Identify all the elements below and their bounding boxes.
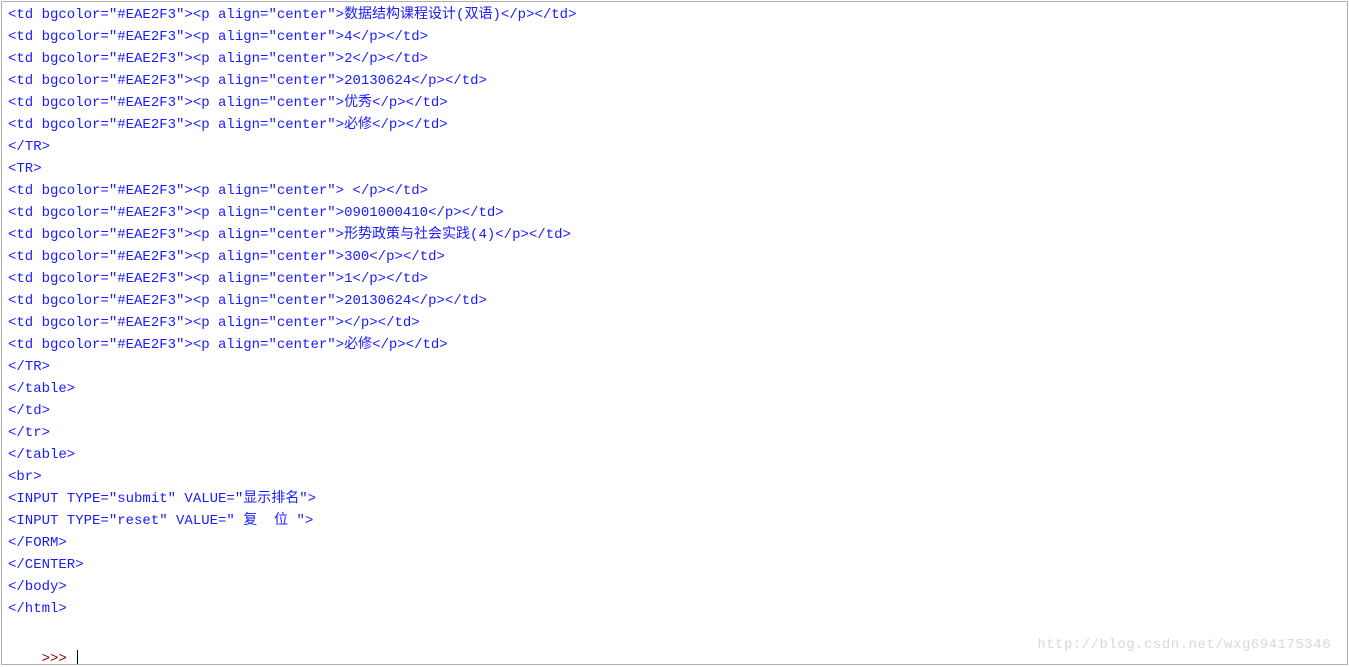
code-line: </tr> bbox=[8, 422, 1341, 444]
code-line: </body> bbox=[8, 576, 1341, 598]
code-line: <td bgcolor="#EAE2F3"><p align="center">… bbox=[8, 246, 1341, 268]
code-line: <td bgcolor="#EAE2F3"><p align="center">… bbox=[8, 92, 1341, 114]
code-line: </table> bbox=[8, 444, 1341, 466]
code-line: </table> bbox=[8, 378, 1341, 400]
code-line: </html> bbox=[8, 598, 1341, 620]
code-line: </td> bbox=[8, 400, 1341, 422]
code-line: <td bgcolor="#EAE2F3"><p align="center">… bbox=[8, 202, 1341, 224]
code-line: </TR> bbox=[8, 136, 1341, 158]
prompt-symbol: >>> bbox=[42, 651, 76, 665]
code-line: <td bgcolor="#EAE2F3"><p align="center">… bbox=[8, 26, 1341, 48]
code-line: <td bgcolor="#EAE2F3"><p align="center">… bbox=[8, 4, 1341, 26]
code-line: </TR> bbox=[8, 356, 1341, 378]
code-line: <td bgcolor="#EAE2F3"><p align="center">… bbox=[8, 290, 1341, 312]
code-line: </CENTER> bbox=[8, 554, 1341, 576]
code-line: <INPUT TYPE="submit" VALUE="显示排名"> bbox=[8, 488, 1341, 510]
code-line: <br> bbox=[8, 466, 1341, 488]
terminal-output-area[interactable]: <td bgcolor="#EAE2F3"><p align="center">… bbox=[1, 1, 1348, 665]
code-line: <td bgcolor="#EAE2F3"><p align="center">… bbox=[8, 180, 1341, 202]
code-line: <TR> bbox=[8, 158, 1341, 180]
code-line: <td bgcolor="#EAE2F3"><p align="center">… bbox=[8, 70, 1341, 92]
code-line: <td bgcolor="#EAE2F3"><p align="center">… bbox=[8, 48, 1341, 70]
code-line: <td bgcolor="#EAE2F3"><p align="center">… bbox=[8, 268, 1341, 290]
text-cursor bbox=[77, 650, 78, 665]
code-line: <td bgcolor="#EAE2F3"><p align="center">… bbox=[8, 114, 1341, 136]
code-line: <td bgcolor="#EAE2F3"><p align="center">… bbox=[8, 224, 1341, 246]
code-line: <td bgcolor="#EAE2F3"><p align="center">… bbox=[8, 312, 1341, 334]
code-line: <td bgcolor="#EAE2F3"><p align="center">… bbox=[8, 334, 1341, 356]
code-line: <INPUT TYPE="reset" VALUE=" 复 位 "> bbox=[8, 510, 1341, 532]
code-line: </FORM> bbox=[8, 532, 1341, 554]
prompt-line[interactable]: >>> bbox=[8, 626, 1341, 665]
code-output: <td bgcolor="#EAE2F3"><p align="center">… bbox=[8, 4, 1341, 620]
